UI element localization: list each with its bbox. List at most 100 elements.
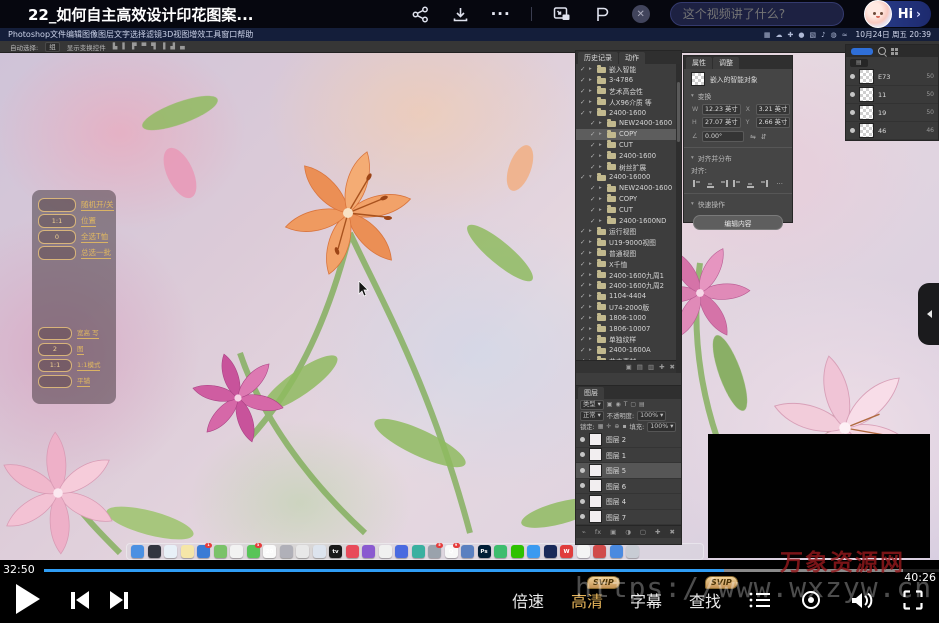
tree-row[interactable]: ✓ ▸ 艺术高会性	[576, 86, 681, 97]
dock-app-icon[interactable]	[461, 545, 474, 558]
filter-icon[interactable]: ◉	[615, 401, 620, 408]
dock-app-icon[interactable]: W	[560, 545, 573, 558]
twirl-icon[interactable]: ▸	[589, 99, 594, 105]
dock-app-icon[interactable]	[296, 545, 309, 558]
tree-row[interactable]: ✓ ▸ 3-4786	[576, 75, 681, 86]
menu-item[interactable]: 选择	[130, 30, 146, 39]
status-icon[interactable]: ◍	[831, 31, 837, 39]
dock-app-icon[interactable]: 5	[428, 545, 441, 558]
tree-row[interactable]: ✓ ▾ 2400-1600	[576, 107, 681, 118]
menu-item[interactable]: 文件	[50, 30, 66, 39]
status-icon[interactable]: ▧	[809, 31, 816, 39]
eye-icon[interactable]	[580, 452, 585, 457]
layer-row[interactable]: 图层 1	[576, 448, 681, 464]
opacity-value[interactable]: 100%▾	[637, 411, 666, 421]
video-frame[interactable]: Photoshop文件编辑图像图层文字选择滤镜3D视图增效工具窗口帮助 ▦☁✚●…	[0, 28, 939, 560]
dock-app-icon[interactable]: tv	[329, 545, 342, 558]
eye-icon[interactable]	[580, 514, 585, 519]
visibility-check-icon[interactable]: ✓	[580, 227, 586, 235]
layer-row[interactable]: 图层 4	[576, 494, 681, 510]
eye-icon[interactable]	[580, 483, 585, 488]
twirl-icon[interactable]: ▸	[589, 326, 594, 332]
twirl-icon[interactable]: ▸	[599, 153, 604, 159]
tree-row[interactable]: ✓ ▸ 普通视图	[576, 248, 681, 259]
twirl-icon[interactable]: ▸	[599, 218, 604, 224]
plugin-sub-button[interactable]	[38, 327, 72, 340]
tree-row[interactable]: ✓ ▸ U74-2000版	[576, 302, 681, 313]
visibility-check-icon[interactable]: ✓	[590, 217, 596, 225]
twirl-icon[interactable]: ▸	[599, 142, 604, 148]
visibility-check-icon[interactable]: ✓	[580, 281, 586, 289]
align-icon[interactable]: ▙	[113, 43, 118, 50]
dock-app-icon[interactable]	[346, 545, 359, 558]
align-icon[interactable]: ▐	[161, 43, 166, 50]
menu-item[interactable]: 视图	[173, 30, 189, 39]
twirl-icon[interactable]: ▸	[599, 120, 604, 126]
dock-app-icon[interactable]	[230, 545, 243, 558]
visibility-check-icon[interactable]: ✓	[580, 65, 586, 73]
align-icon[interactable]: ▄	[180, 43, 185, 50]
status-icon[interactable]: ♪	[821, 31, 825, 39]
quick-action-button[interactable]: 编辑内容	[693, 215, 783, 230]
eye-icon[interactable]	[850, 128, 855, 133]
tree-row[interactable]: ✓ ▸ COPY	[576, 129, 681, 140]
next-episode-button[interactable]	[110, 591, 128, 609]
menu-item[interactable]: 增效工具	[189, 30, 221, 39]
show-transform-label[interactable]: 显示变换控件	[67, 42, 106, 52]
align-right-icon[interactable]	[719, 180, 728, 187]
visibility-check-icon[interactable]: ✓	[580, 357, 586, 360]
plugin-button[interactable]	[38, 246, 76, 260]
visibility-check-icon[interactable]: ✓	[590, 195, 596, 203]
panel-tab[interactable]: 属性	[686, 57, 712, 69]
close-icon[interactable]: ✕	[632, 5, 650, 23]
twirl-icon[interactable]: ▸	[599, 185, 604, 191]
layers-tab[interactable]: 图层	[578, 387, 604, 399]
menu-item[interactable]: 编辑	[66, 30, 82, 39]
tree-row[interactable]: ✓ ▸ 2400-1600九周1	[576, 269, 681, 280]
flip-icon[interactable]: ⇋	[750, 133, 756, 141]
tree-row[interactable]: ✓ ▾ 2400-16000	[576, 172, 681, 183]
mini-layer-row[interactable]: 46 46	[846, 122, 938, 140]
dock-app-icon[interactable]: 1	[197, 545, 210, 558]
pip-icon[interactable]	[552, 4, 572, 24]
align-icon[interactable]: ▟	[170, 43, 175, 50]
menu-item[interactable]: 图层	[98, 30, 114, 39]
dock-app-icon[interactable]	[412, 545, 425, 558]
layers-footer-icon[interactable]: ◑	[625, 528, 631, 536]
mini-layer-row[interactable]: 11 50	[846, 86, 938, 104]
align-center-icon[interactable]	[707, 179, 714, 188]
tree-row[interactable]: ✓ ▸ 单独纹样	[576, 334, 681, 345]
dock-app-icon[interactable]	[527, 545, 540, 558]
plugin-sub-button[interactable]: 2	[38, 343, 72, 356]
twirl-icon[interactable]: ▸	[589, 315, 594, 321]
twirl-icon[interactable]: ▸	[589, 239, 594, 245]
tree-row[interactable]: ✓ ▸ 1806-1000	[576, 312, 681, 323]
lock-icon[interactable]: ⊕	[614, 423, 619, 430]
dock-app-icon[interactable]	[395, 545, 408, 558]
search-icon[interactable]	[878, 47, 886, 55]
filter-icon[interactable]: ▤	[639, 401, 645, 408]
twirl-icon[interactable]: ▸	[589, 261, 594, 267]
field-value[interactable]: 27.07 英寸	[702, 117, 741, 128]
visibility-check-icon[interactable]: ✓	[580, 76, 586, 84]
layers-footer-icon[interactable]: ⌁	[582, 528, 586, 536]
filter-icon[interactable]: T	[624, 401, 628, 408]
previous-episode-button[interactable]	[71, 591, 89, 609]
layer-row[interactable]: 图层 7	[576, 510, 681, 526]
layer-row[interactable]: 图层 6	[576, 479, 681, 495]
visibility-check-icon[interactable]: ✓	[590, 141, 596, 149]
tree-row[interactable]: ✓ ▸ 树丝扩展	[576, 161, 681, 172]
plugin-sub-button[interactable]: 1:1	[38, 359, 72, 372]
panel-tab[interactable]: 调整	[713, 57, 739, 69]
layer-row[interactable]: 图层 2	[576, 432, 681, 448]
dock-app-icon[interactable]	[313, 545, 326, 558]
transform-section-label[interactable]: 变换	[698, 91, 712, 101]
twirl-icon[interactable]: ▸	[589, 347, 594, 353]
twirl-icon[interactable]: ▸	[599, 196, 604, 202]
visibility-check-icon[interactable]: ✓	[580, 98, 586, 106]
twirl-icon[interactable]: ▸	[599, 131, 604, 137]
dock-app-icon[interactable]	[148, 545, 161, 558]
dock-app-icon[interactable]	[593, 545, 606, 558]
visibility-check-icon[interactable]: ✓	[580, 87, 586, 95]
dock-app-icon[interactable]	[131, 545, 144, 558]
